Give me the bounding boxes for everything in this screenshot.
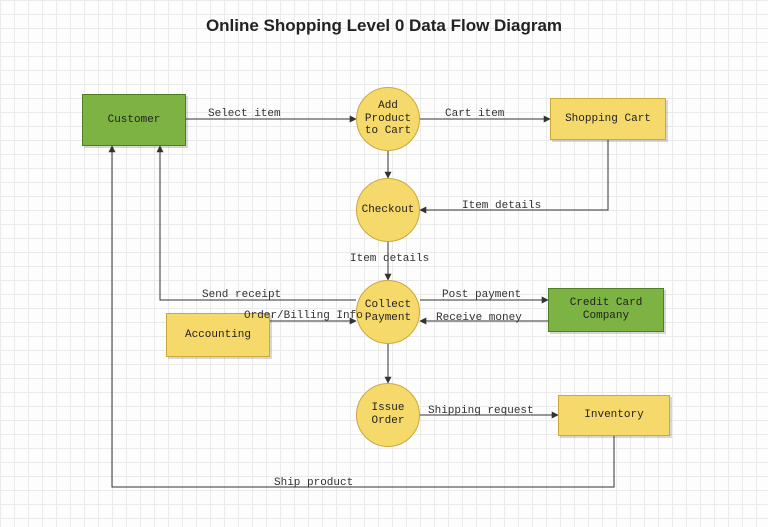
flow-label-receive-money: Receive money	[436, 312, 522, 324]
entity-inventory: Inventory	[558, 395, 670, 436]
entity-credit-card-company: Credit Card Company	[548, 288, 664, 332]
process-checkout: Checkout	[356, 178, 420, 242]
flow-label-select-item: Select item	[208, 108, 281, 120]
flow-label-order-billing-info: Order/Billing Info	[244, 310, 363, 322]
flow-label-item-details-checkout: Item details	[350, 253, 429, 265]
process-collect-payment: Collect Payment	[356, 280, 420, 344]
process-issue-order: Issue Order	[356, 383, 420, 447]
flow-label-post-payment: Post payment	[442, 289, 521, 301]
flow-label-shipping-request: Shipping request	[428, 405, 534, 417]
flow-label-cart-item: Cart item	[445, 108, 504, 120]
flow-label-item-details-cart: Item details	[462, 200, 541, 212]
flow-label-send-receipt: Send receipt	[202, 289, 281, 301]
flow-label-ship-product: Ship product	[274, 477, 353, 489]
diagram-canvas: Customer Shopping Cart Accounting Credit…	[0, 0, 768, 527]
entity-customer: Customer	[82, 94, 186, 146]
entity-shopping-cart: Shopping Cart	[550, 98, 666, 140]
process-add-product-to-cart: Add Product to Cart	[356, 87, 420, 151]
